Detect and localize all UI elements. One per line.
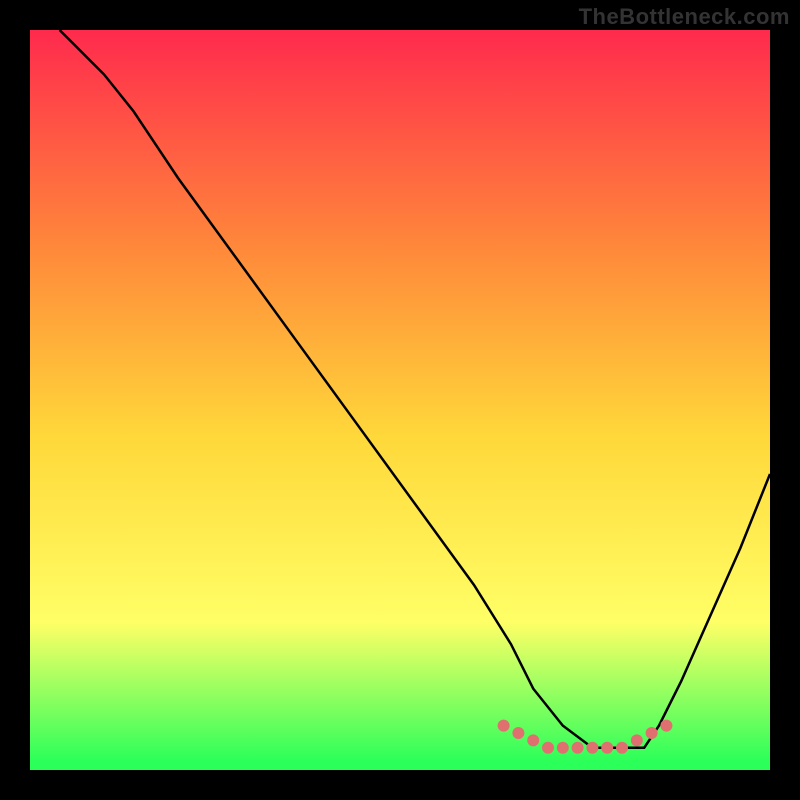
- optimum-marker: [646, 727, 658, 739]
- optimum-marker: [527, 734, 539, 746]
- chart-container: TheBottleneck.com: [0, 0, 800, 800]
- watermark-text: TheBottleneck.com: [579, 4, 790, 30]
- chart-svg: [30, 30, 770, 770]
- optimum-marker: [631, 734, 643, 746]
- optimum-marker: [616, 742, 628, 754]
- optimum-marker: [586, 742, 598, 754]
- optimum-marker: [601, 742, 613, 754]
- optimum-marker: [512, 727, 524, 739]
- optimum-marker: [660, 720, 672, 732]
- gradient-background: [30, 30, 770, 770]
- plot-area: [30, 30, 770, 770]
- optimum-marker: [572, 742, 584, 754]
- optimum-marker: [557, 742, 569, 754]
- optimum-marker: [498, 720, 510, 732]
- optimum-marker: [542, 742, 554, 754]
